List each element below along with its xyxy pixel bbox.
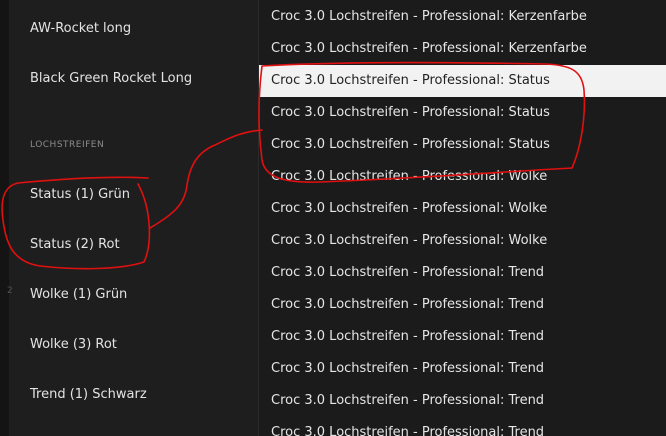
list-item[interactable]: Croc 3.0 Lochstreifen - Professional: St… xyxy=(259,97,666,129)
list-item[interactable]: Croc 3.0 Lochstreifen - Professional: Tr… xyxy=(259,289,666,321)
list-item-selected[interactable]: Croc 3.0 Lochstreifen - Professional: St… xyxy=(259,65,666,97)
edge-mark: 2 xyxy=(7,286,13,296)
list-item[interactable]: Croc 3.0 Lochstreifen - Professional: Wo… xyxy=(259,161,666,193)
sidebar-item-aw-rocket-long[interactable]: AW-Rocket long xyxy=(30,21,131,36)
list-item[interactable]: Croc 3.0 Lochstreifen - Professional: Wo… xyxy=(259,193,666,225)
list-item[interactable]: Croc 3.0 Lochstreifen - Professional: Tr… xyxy=(259,257,666,289)
sidebar-section-label: LOCHSTREIFEN xyxy=(30,140,105,150)
sidebar-item-wolke-3-rot[interactable]: Wolke (3) Rot xyxy=(30,337,117,352)
sidebar-item-status-1-gruen[interactable]: Status (1) Grün xyxy=(30,187,130,202)
sidebar-item-black-green-rocket-long[interactable]: Black Green Rocket Long xyxy=(30,71,192,86)
list-item[interactable]: Croc 3.0 Lochstreifen - Professional: Ke… xyxy=(259,33,666,65)
list-item[interactable]: Croc 3.0 Lochstreifen - Professional: Tr… xyxy=(259,353,666,385)
list-item[interactable]: Croc 3.0 Lochstreifen - Professional: Tr… xyxy=(259,417,666,436)
sidebar: AW-Rocket long Black Green Rocket Long L… xyxy=(9,0,258,436)
sidebar-item-wolke-1-gruen[interactable]: Wolke (1) Grün xyxy=(30,287,127,302)
window-edge xyxy=(0,0,9,436)
dropdown-list[interactable]: Croc 3.0 Lochstreifen - Professional: Ke… xyxy=(259,0,666,436)
sidebar-item-trend-1-schwarz[interactable]: Trend (1) Schwarz xyxy=(30,387,147,402)
sidebar-item-status-2-rot[interactable]: Status (2) Rot xyxy=(30,237,120,252)
list-item[interactable]: Croc 3.0 Lochstreifen - Professional: St… xyxy=(259,129,666,161)
list-item[interactable]: Croc 3.0 Lochstreifen - Professional: Tr… xyxy=(259,321,666,353)
list-item[interactable]: Croc 3.0 Lochstreifen - Professional: Wo… xyxy=(259,225,666,257)
list-item[interactable]: Croc 3.0 Lochstreifen - Professional: Tr… xyxy=(259,385,666,417)
list-item[interactable]: Croc 3.0 Lochstreifen - Professional: Ke… xyxy=(259,1,666,33)
